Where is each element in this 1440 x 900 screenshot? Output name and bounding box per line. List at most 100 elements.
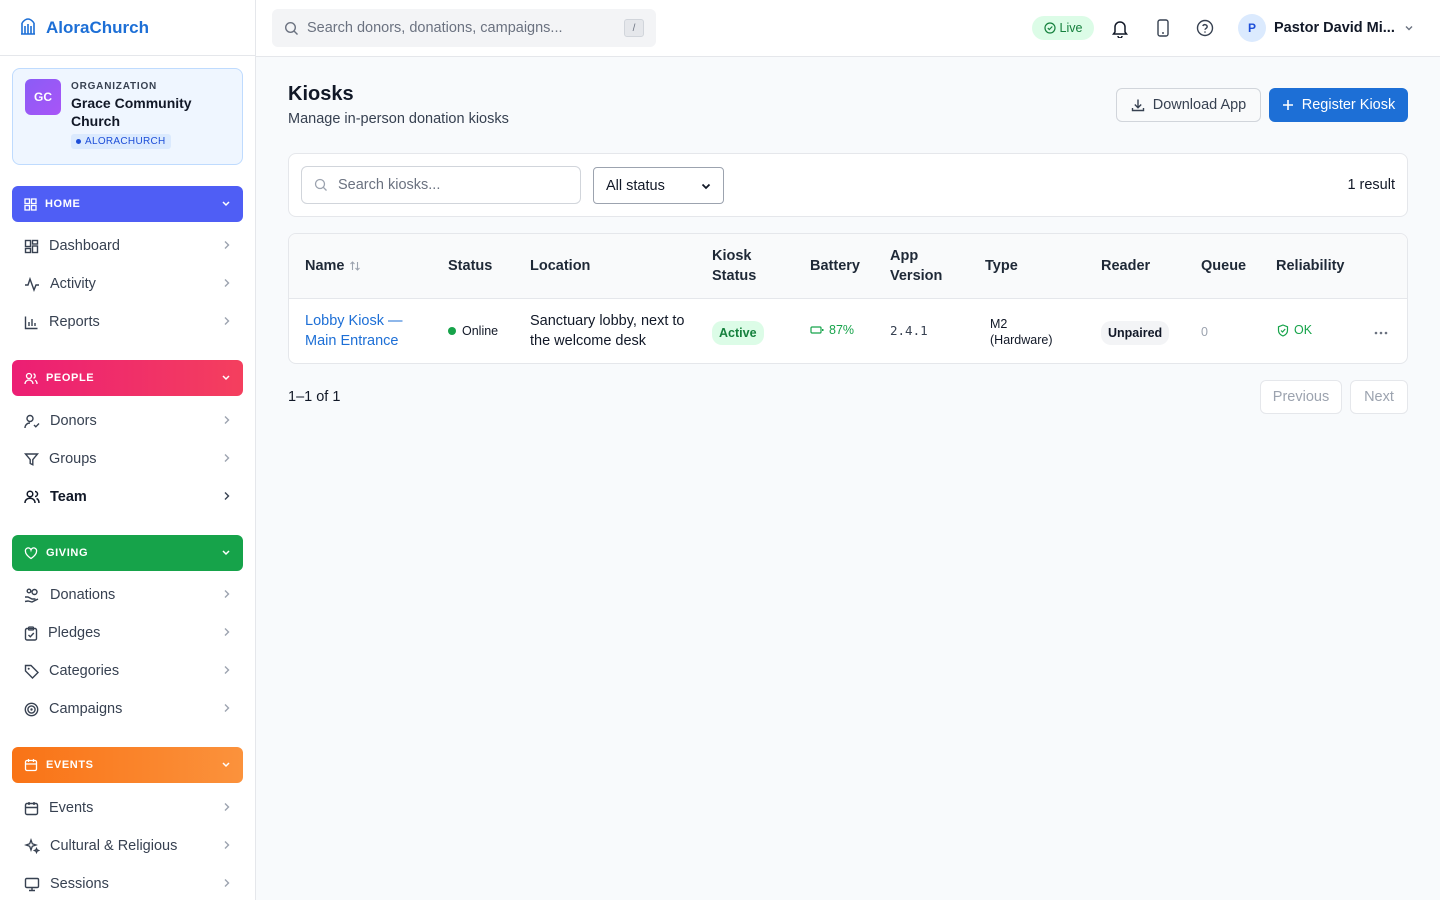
section-title: EVENTS [46,759,94,771]
shield-check-icon [1277,323,1289,337]
section-title: GIVING [46,547,89,559]
kiosks-table: Name Status Location Kiosk Status Batter… [288,233,1408,364]
org-name: Grace Community Church [71,95,192,129]
previous-page-button[interactable]: Previous [1260,380,1342,414]
avatar: P [1238,14,1266,42]
section-events[interactable]: EVENTS [12,747,243,783]
chevron-down-icon [1405,26,1413,31]
sidebar-item-groups[interactable]: Groups [12,441,243,477]
button-label: Download App [1152,97,1247,113]
brand[interactable]: AloraChurch [0,0,255,56]
column-header-reliability: Reliability [1276,258,1345,274]
search-shortcut-key: / [624,19,644,37]
sidebar-item-label: Campaigns [49,701,123,717]
chevron-right-icon [223,663,231,679]
online-dot [448,327,456,335]
live-status-badge[interactable]: Live [1032,16,1094,40]
sidebar-item-donations[interactable]: Donations [12,577,243,613]
notifications-bell-icon[interactable] [1108,16,1132,40]
user-check-icon [24,414,40,428]
sidebar-item-sessions[interactable]: Sessions [12,866,243,900]
column-header-type: Type [985,258,1018,274]
kiosk-name-link[interactable]: Lobby Kiosk — Main Entrance [305,311,425,351]
column-header-queue: Queue [1201,258,1247,274]
chevron-right-icon [223,587,231,603]
org-tag: ALORACHURCH [71,134,171,149]
download-icon [1131,99,1144,112]
sidebar-item-label: Dashboard [49,238,120,254]
dashboard-icon [24,239,39,253]
heart-hand-icon [24,546,38,559]
sidebar-item-label: Events [49,800,94,816]
sort-icon [349,261,360,271]
help-icon[interactable] [1193,16,1217,40]
kiosk-status-badge: Active [712,321,764,345]
kiosk-type: M2 (Hardware) [990,317,1053,347]
sidebar-item-dashboard[interactable]: Dashboard [12,228,243,264]
target-icon [24,702,39,716]
table-row[interactable]: Lobby Kiosk — Main Entrance Online Sanct… [289,299,1407,363]
sidebar-item-label: Pledges [48,625,101,641]
status-filter-select[interactable]: All status [593,167,724,204]
sidebar-item-cultural-religious[interactable]: Cultural & Religious [12,828,243,864]
user-menu[interactable]: P Pastor David Mi... [1238,14,1415,42]
result-count: 1 result [1347,177,1395,193]
chevron-right-icon [223,838,231,854]
next-page-button[interactable]: Next [1350,380,1408,414]
row-actions-menu[interactable] [1374,321,1388,341]
register-kiosk-button[interactable]: Register Kiosk [1269,88,1408,122]
organization-card[interactable]: GC ORGANIZATION Grace Community Church A… [12,68,243,165]
page-subtitle: Manage in-person donation kiosks [288,111,509,127]
chevron-down-icon [221,372,231,385]
filter-icon [24,452,39,466]
more-horizontal-icon [1374,331,1388,335]
sidebar-item-label: Donors [50,413,97,429]
sidebar-item-activity[interactable]: Activity [12,266,243,302]
topbar: Search donors, donations, campaigns... /… [256,0,1440,57]
user-name: Pastor David Mi... [1274,20,1395,36]
sidebar-item-categories[interactable]: Categories [12,653,243,689]
kiosk-search-input[interactable]: Search kiosks... [301,166,581,204]
sidebar-item-label: Donations [50,587,116,603]
chevron-right-icon [223,800,231,816]
section-title: HOME [45,198,81,210]
sidebar-item-label: Team [50,489,87,505]
hand-coins-icon [24,588,39,603]
chevron-down-icon [221,198,231,211]
search-icon [284,21,298,35]
sidebar-item-reports[interactable]: Reports [12,304,243,340]
users-icon [24,372,38,384]
global-search-input[interactable]: Search donors, donations, campaigns... / [272,9,656,47]
section-people[interactable]: PEOPLE [12,360,243,396]
chevron-down-icon [221,547,231,560]
sidebar-item-label: Sessions [50,876,109,892]
chevron-right-icon [223,451,231,467]
section-giving[interactable]: GIVING [12,535,243,571]
download-app-button[interactable]: Download App [1116,88,1261,122]
clipboard-check-icon [24,625,38,641]
column-header-name[interactable]: Name [305,256,361,276]
mobile-device-icon[interactable] [1151,16,1175,40]
sidebar-item-pledges[interactable]: Pledges [12,615,243,651]
column-header-status: Status [448,258,493,274]
reader-badge: Unpaired [1101,321,1170,345]
chevron-right-icon [223,489,231,505]
sidebar-item-team[interactable]: Team [12,479,243,515]
section-home[interactable]: HOME [12,186,243,222]
sidebar-item-campaigns[interactable]: Campaigns [12,691,243,727]
team-icon [24,490,40,504]
status-indicator: Online [448,321,498,341]
battery-level: 87% [810,320,854,340]
tag-icon [24,664,39,679]
church-logo-icon [20,15,36,40]
sidebar-item-label: Cultural & Religious [50,838,178,854]
check-circle-icon [1043,22,1056,34]
grid-icon [24,197,37,211]
sidebar-item-events[interactable]: Events [12,790,243,826]
column-header-location: Location [530,258,591,274]
section-title: PEOPLE [46,372,95,384]
chevron-right-icon [223,701,231,717]
sidebar-item-donors[interactable]: Donors [12,403,243,439]
org-avatar: GC [25,79,61,115]
chevron-right-icon [223,276,231,292]
